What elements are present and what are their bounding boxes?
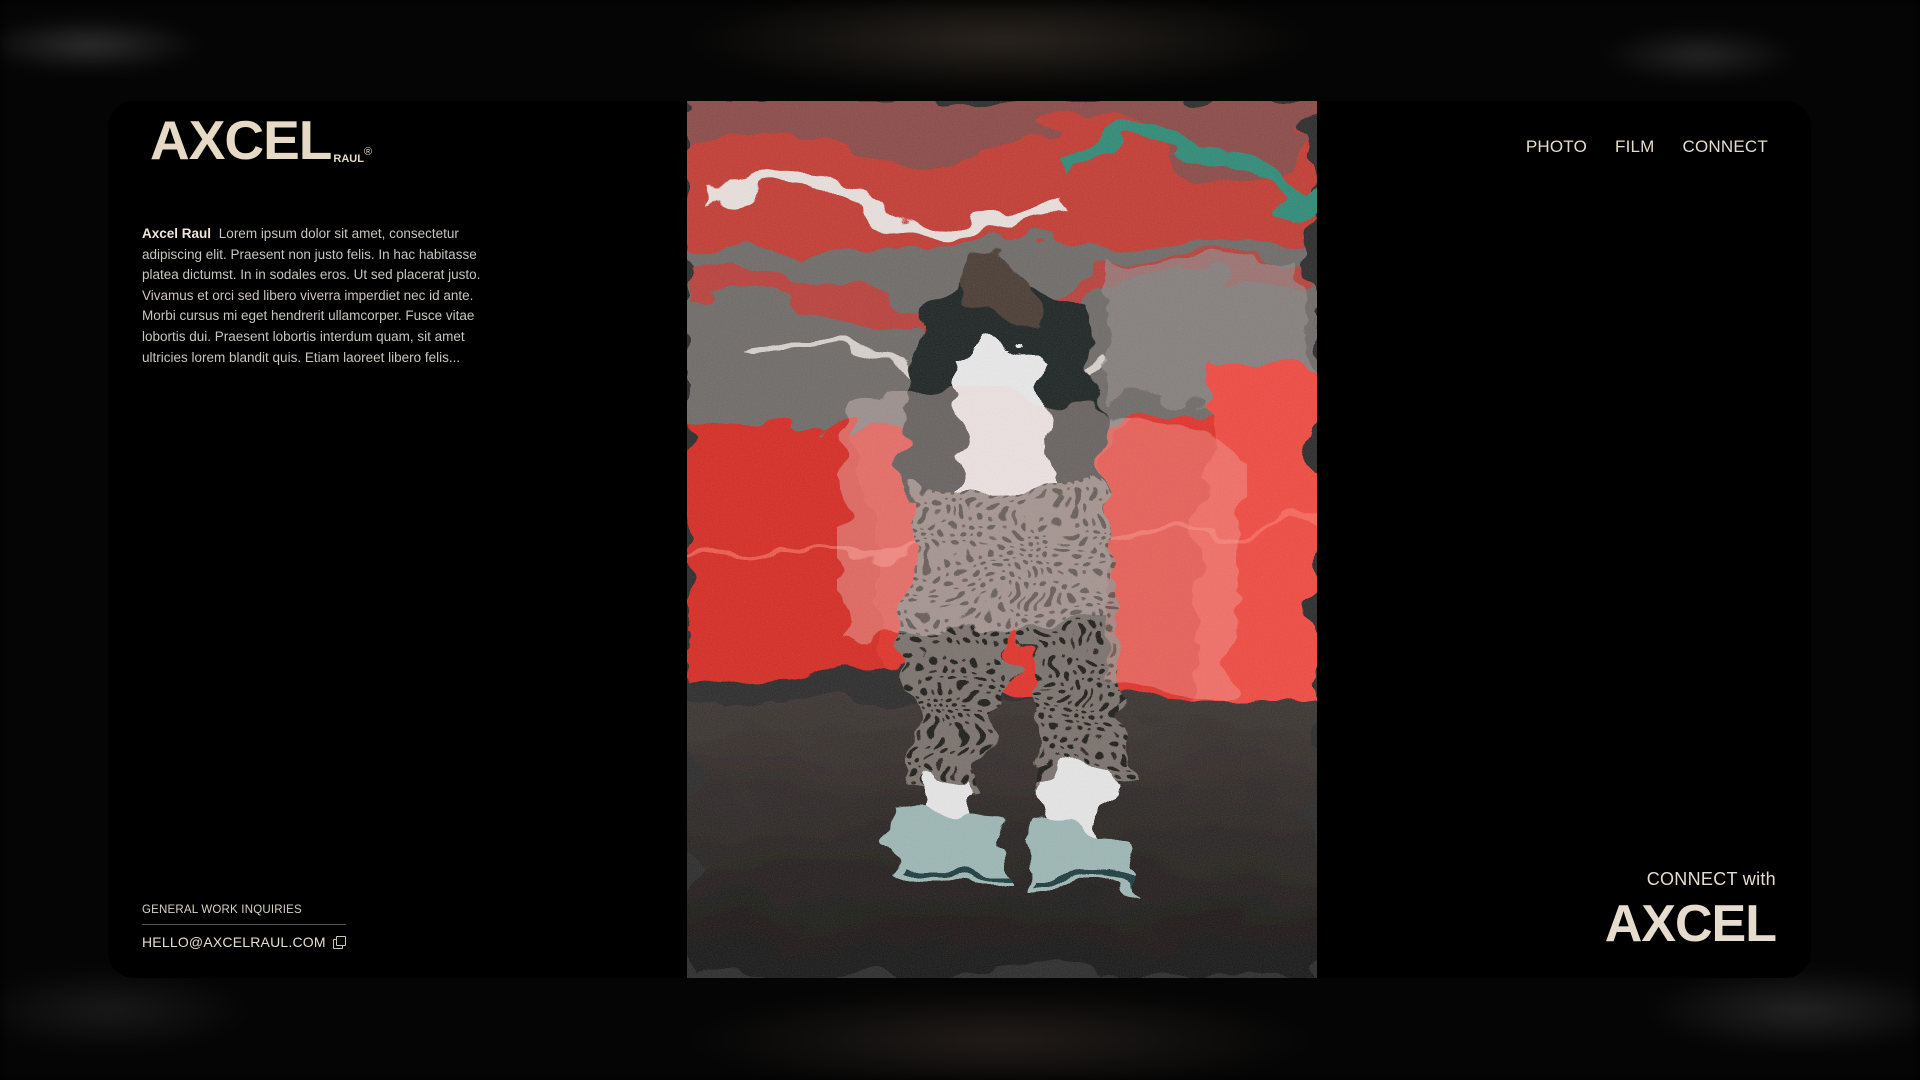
connect-prefix: CONNECT with [1646,869,1776,889]
logo-sub-text: RAUL [333,153,364,165]
nav-connect[interactable]: CONNECT [1683,137,1768,157]
registered-mark: ® [363,146,373,158]
main-card: AXCEL RAUL ® Axcel Raul Lorem ipsum dolo… [108,101,1811,978]
bio-name: Axcel Raul [142,226,212,241]
work-inquiries: GENERAL WORK INQUIRIES HELLO@AXCELRAUL.C… [142,904,346,950]
connect-name: AXCEL [1604,895,1777,953]
inquiries-email-row: HELLO@AXCELRAUL.COM [142,934,346,950]
email-link[interactable]: HELLO@AXCELRAUL.COM [142,934,326,950]
bio-text: Lorem ipsum dolor sit amet, consectetur … [142,226,481,365]
logo-main-text: AXCEL [150,109,332,171]
inquiries-title: GENERAL WORK INQUIRIES [142,904,346,925]
connect-cta[interactable]: CONNECT with AXCEL [1604,869,1777,953]
nav-photo[interactable]: PHOTO [1526,137,1587,157]
nav-film[interactable]: FILM [1615,137,1655,157]
copy-icon[interactable] [333,935,346,949]
hero-photo [687,101,1317,978]
main-nav: PHOTO FILM CONNECT [1526,137,1768,157]
logo[interactable]: AXCEL RAUL ® [150,113,372,168]
bio-paragraph: Axcel Raul Lorem ipsum dolor sit amet, c… [142,224,492,368]
hero-photo-graphic [687,101,1317,978]
